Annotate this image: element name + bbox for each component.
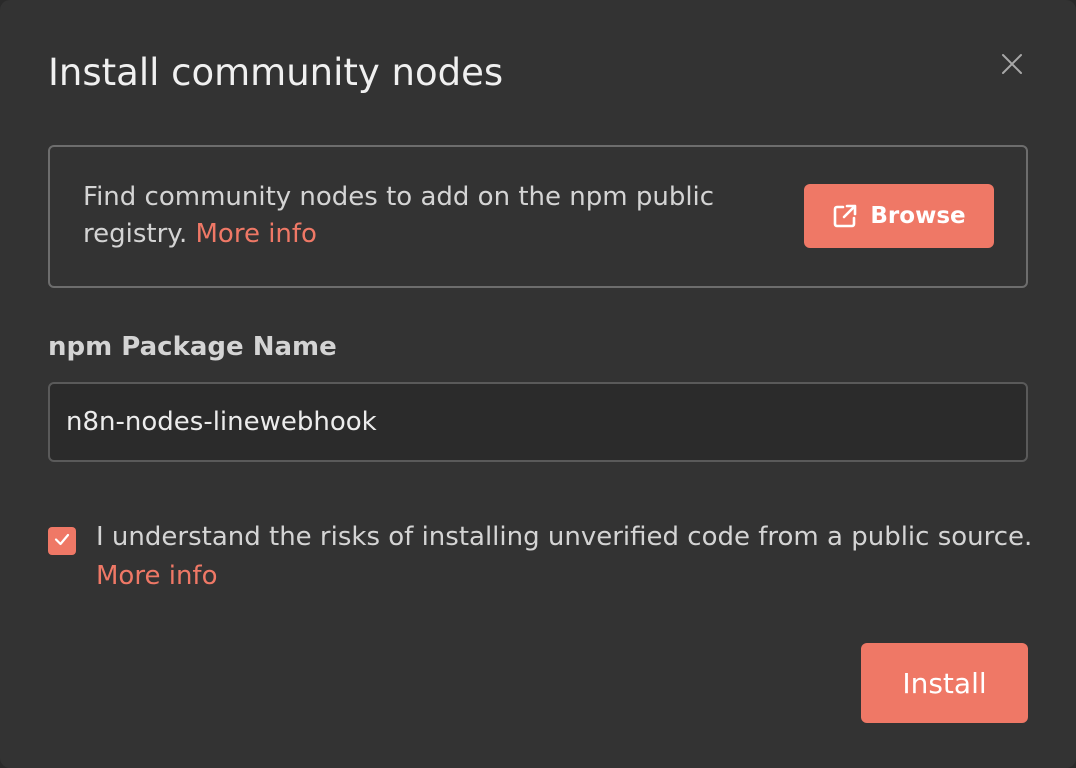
package-name-field xyxy=(48,382,1028,462)
external-link-icon xyxy=(832,203,858,229)
install-community-nodes-dialog: Install community nodes Find community n… xyxy=(0,0,1076,768)
dialog-title: Install community nodes xyxy=(48,51,504,94)
info-text-block: Find community nodes to add on the npm p… xyxy=(83,179,763,253)
close-icon xyxy=(1000,52,1024,80)
package-name-label: npm Package Name xyxy=(48,332,337,362)
browse-button[interactable]: Browse xyxy=(804,184,994,248)
risk-consent-checkbox[interactable] xyxy=(48,527,76,555)
package-name-input[interactable] xyxy=(50,384,1026,460)
risk-consent-text-block: I understand the risks of installing unv… xyxy=(96,518,1056,596)
install-button[interactable]: Install xyxy=(861,643,1028,723)
check-icon xyxy=(53,530,71,552)
risk-consent-label[interactable]: I understand the risks of installing unv… xyxy=(96,522,1032,552)
info-more-info-link[interactable]: More info xyxy=(195,219,316,249)
browse-label: Browse xyxy=(870,203,966,229)
consent-more-info-link[interactable]: More info xyxy=(96,561,217,591)
info-text: Find community nodes to add on the npm p… xyxy=(83,182,715,249)
info-box: Find community nodes to add on the npm p… xyxy=(48,145,1028,288)
close-button[interactable] xyxy=(996,50,1028,82)
